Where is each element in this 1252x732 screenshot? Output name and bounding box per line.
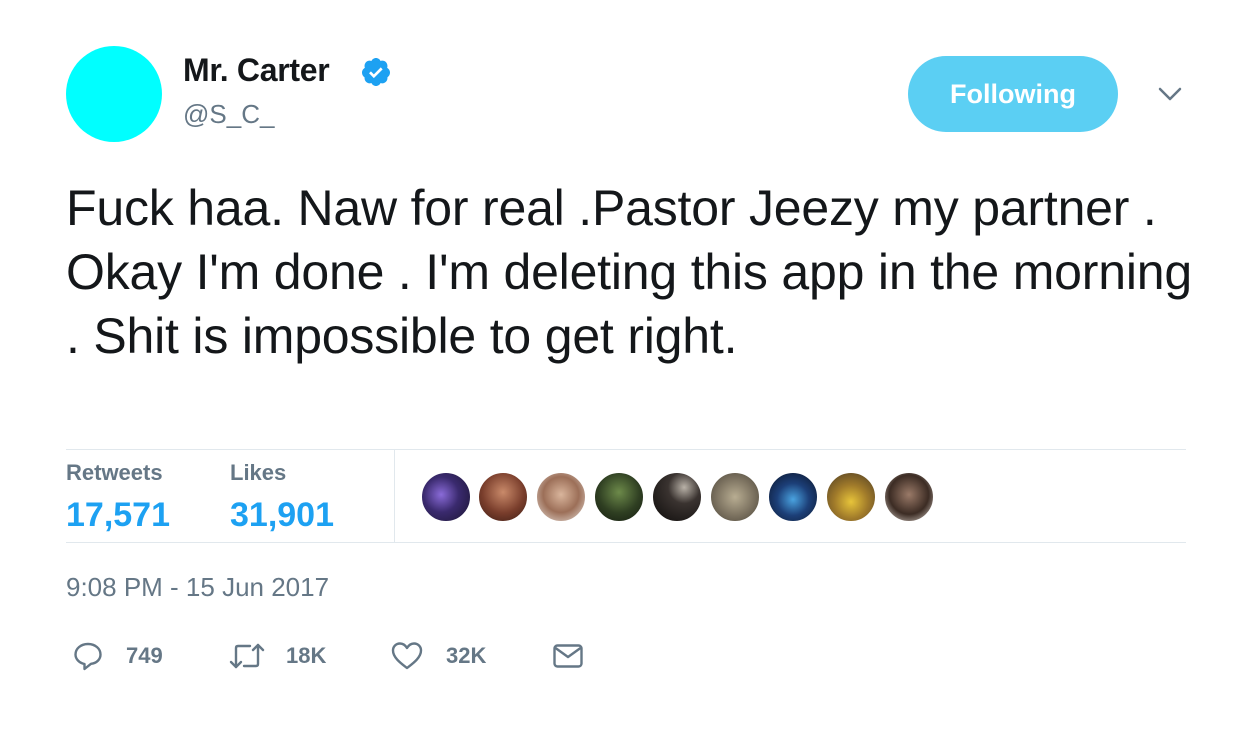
divider	[66, 449, 1186, 450]
like-button[interactable]: 32K	[390, 638, 486, 674]
liker-avatar-1[interactable]	[420, 471, 472, 523]
tweet-timestamp[interactable]: 9:08 PM - 15 Jun 2017	[66, 572, 329, 603]
retweet-button[interactable]: 18K	[228, 638, 326, 674]
liker-avatar-8[interactable]	[825, 471, 877, 523]
direct-message-button[interactable]	[552, 638, 584, 674]
envelope-icon	[553, 644, 583, 668]
liker-avatar-6[interactable]	[709, 471, 761, 523]
tweet-card: Mr. Carter @S_C_ Following Fuck haa. Naw…	[0, 0, 1252, 732]
retweets-stat[interactable]: Retweets 17,571	[66, 460, 170, 535]
chevron-down-icon[interactable]	[1156, 84, 1184, 104]
verified-badge-icon	[361, 58, 390, 86]
author-name[interactable]: Mr. Carter	[183, 52, 330, 89]
liker-avatar-3[interactable]	[535, 471, 587, 523]
reply-button[interactable]: 749	[72, 638, 163, 674]
likes-stat[interactable]: Likes 31,901	[230, 460, 334, 535]
liker-avatar-5[interactable]	[651, 471, 703, 523]
heart-icon	[391, 642, 423, 670]
avatar[interactable]	[66, 46, 162, 142]
liker-avatar-9[interactable]	[883, 471, 935, 523]
retweets-label: Retweets	[66, 460, 163, 485]
retweets-count: 17,571	[66, 496, 170, 534]
likes-label: Likes	[230, 460, 287, 485]
retweet-count: 18K	[286, 643, 327, 668]
liker-avatar-2[interactable]	[477, 471, 529, 523]
stats-separator	[394, 450, 395, 542]
following-button[interactable]: Following	[908, 56, 1118, 132]
liker-avatar-7[interactable]	[767, 471, 819, 523]
liker-avatar-4[interactable]	[593, 471, 645, 523]
divider	[66, 542, 1186, 543]
like-count: 32K	[446, 643, 487, 668]
reply-count: 749	[126, 643, 163, 668]
reply-icon	[74, 642, 102, 671]
likes-count: 31,901	[230, 496, 334, 534]
author-handle[interactable]: @S_C_	[183, 99, 274, 130]
tweet-text: Fuck haa. Naw for real .Pastor Jeezy my …	[66, 180, 1192, 364]
retweet-icon	[229, 643, 265, 669]
